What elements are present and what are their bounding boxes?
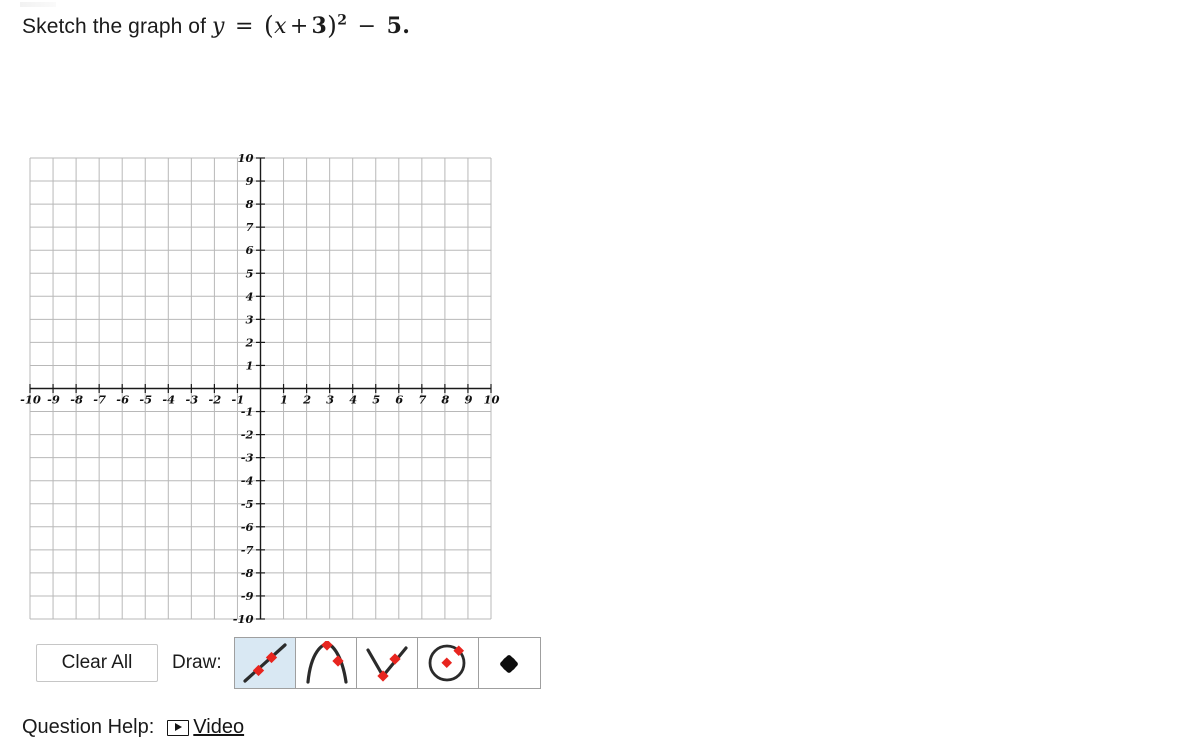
x-tick-label: 9	[464, 393, 472, 407]
video-help-link[interactable]: Video	[167, 716, 244, 739]
y-tick-label: 7	[245, 220, 253, 234]
x-tick-label: -2	[209, 393, 222, 407]
equation-lhs: y	[211, 14, 225, 39]
parabola-up-tool-button[interactable]	[356, 638, 418, 688]
y-tick-label: 10	[237, 151, 253, 165]
y-tick-label: -6	[241, 520, 254, 534]
circle-icon	[428, 644, 466, 682]
y-tick-label: -10	[233, 612, 254, 626]
tool-button-strip	[233, 637, 541, 689]
parabola-up-icon	[366, 646, 408, 682]
x-tick-label: 4	[349, 393, 357, 407]
y-tick-label: 3	[245, 312, 253, 326]
x-tick-label: -9	[47, 393, 60, 407]
equation-inner-constant: 3	[311, 13, 328, 39]
x-tick-label: 1	[280, 393, 288, 407]
prompt-equation: y = (x +3)2 − 5.	[211, 11, 411, 40]
x-tick-label: 6	[395, 393, 403, 407]
x-tick-label: 2	[302, 393, 311, 407]
drawing-toolbar: Clear All Draw:	[36, 637, 541, 689]
equation-open-paren: (	[264, 11, 275, 40]
prompt-lead-text: Sketch the graph of	[22, 15, 207, 38]
dot-icon	[500, 655, 518, 673]
equation-close-paren: )	[327, 11, 338, 40]
x-tick-label: 10	[483, 393, 499, 407]
x-tick-label: -4	[162, 393, 175, 407]
top-edge-artifact	[20, 2, 56, 7]
question-prompt: Sketch the graph of y = (x +3)2 − 5.	[22, 10, 410, 43]
line-icon	[243, 643, 287, 683]
equation-plus: +	[289, 14, 309, 39]
equation-equals: =	[235, 14, 254, 39]
x-tick-label: 5	[372, 393, 380, 407]
x-tick-label: -5	[139, 393, 152, 407]
parabola-down-tool-button[interactable]	[295, 638, 357, 688]
question-help-row: Question Help: Video	[22, 716, 244, 739]
y-tick-label: -5	[241, 497, 254, 511]
y-tick-label: -9	[241, 589, 254, 603]
equation-period: .	[402, 13, 411, 39]
circle-tool-button[interactable]	[417, 638, 479, 688]
line-tool-button[interactable]	[234, 638, 296, 688]
x-tick-label: 8	[441, 393, 449, 407]
x-tick-label: -7	[93, 393, 106, 407]
y-tick-label: -3	[241, 451, 254, 465]
x-tick-label: -10	[20, 393, 41, 407]
equation-outer-constant: 5	[386, 13, 403, 39]
y-tick-label: -8	[241, 566, 254, 580]
x-tick-label: -6	[116, 393, 129, 407]
y-tick-label: 8	[245, 197, 253, 211]
equation-variable: x	[274, 14, 287, 39]
video-link-label: Video	[193, 716, 245, 738]
equation-exponent: 2	[337, 12, 348, 29]
y-tick-label: 4	[245, 289, 253, 303]
x-tick-label: -8	[70, 393, 83, 407]
y-tick-label: -2	[241, 428, 254, 442]
y-tick-label: -7	[241, 543, 254, 557]
dot-tool-button[interactable]	[478, 638, 540, 688]
y-tick-label: -1	[241, 405, 254, 419]
x-tick-label: 7	[418, 393, 426, 407]
parabola-down-icon	[306, 641, 348, 684]
clear-all-button[interactable]: Clear All	[36, 644, 158, 682]
x-tick-label: -3	[185, 393, 198, 407]
y-tick-label: 2	[244, 335, 253, 349]
draw-label: Draw:	[172, 652, 222, 673]
graph-canvas[interactable]: -10 -9 -8 -7 -6 -5 -4 -3 -2 -1 1 2 3 4 5 6 7 8 9 10 1098765…	[14, 146, 514, 631]
play-icon	[167, 719, 190, 736]
equation-minus: −	[357, 14, 377, 39]
question-help-label: Question Help:	[22, 716, 155, 738]
x-tick-label: 3	[326, 393, 334, 407]
y-tick-label: -4	[241, 474, 254, 488]
y-tick-label: 5	[245, 266, 253, 280]
y-tick-label: 9	[245, 174, 253, 188]
y-tick-label: 6	[245, 243, 253, 257]
y-tick-label: 1	[245, 358, 253, 372]
coordinate-plane[interactable]: -10 -9 -8 -7 -6 -5 -4 -3 -2 -1 1 2 3 4 5 6 7 8 9 10 10 9 8 7 6 5…	[14, 146, 514, 631]
